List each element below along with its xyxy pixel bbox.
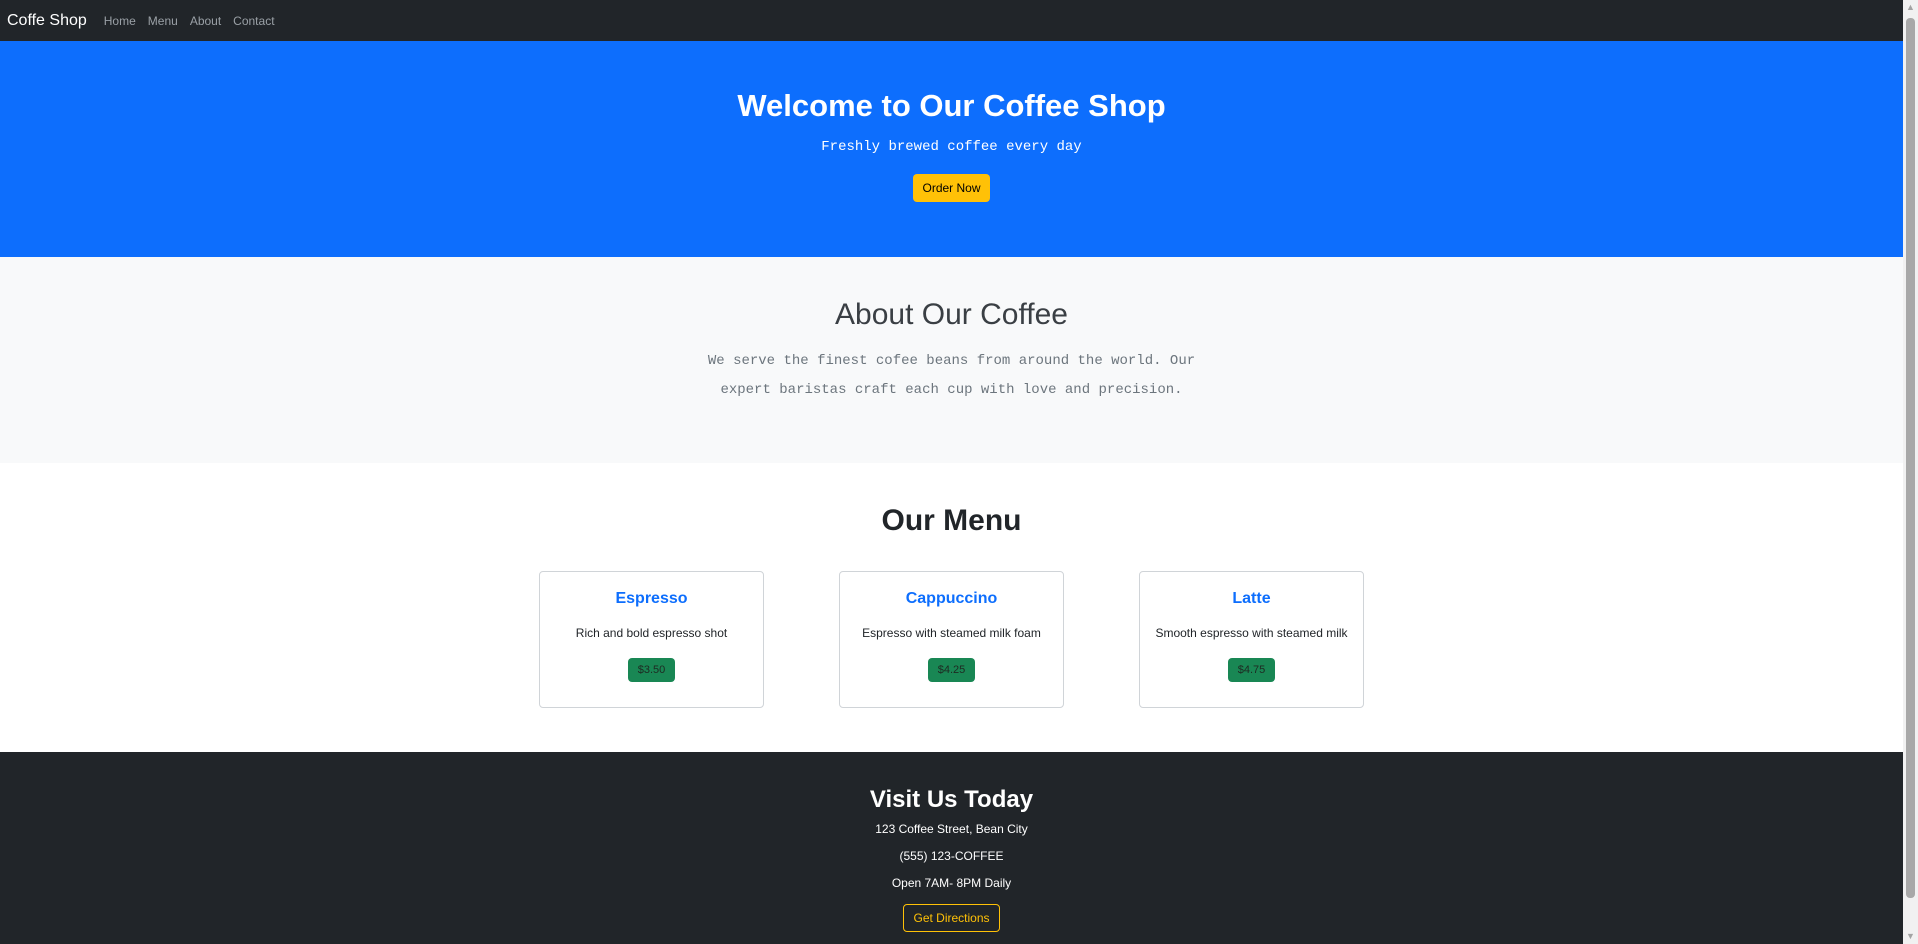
- menu-card-latte: Latte Smooth espresso with steamed milk …: [1139, 571, 1364, 708]
- menu-section: Our Menu Espresso Rich and bold espresso…: [0, 463, 1903, 752]
- price-button[interactable]: $3.50: [627, 658, 676, 682]
- footer-address: 123 Coffee Street, Bean City: [875, 821, 1028, 836]
- hero-section: Welcome to Our Coffee Shop Freshly brewe…: [0, 41, 1903, 257]
- scroll-thumb[interactable]: [1906, 18, 1915, 898]
- scroll-down-icon[interactable]: ▼: [1903, 929, 1918, 944]
- card-title: Cappuccino: [905, 590, 998, 607]
- get-directions-button[interactable]: Get Directions: [903, 903, 1000, 932]
- nav-link-menu[interactable]: Menu: [148, 14, 178, 28]
- about-text: We serve the finest cofee beans from aro…: [707, 353, 1196, 398]
- hero-title: Welcome to Our Coffee Shop: [737, 88, 1166, 123]
- price-button[interactable]: $4.75: [1227, 658, 1276, 682]
- nav-link-contact[interactable]: Contact: [233, 14, 274, 28]
- menu-card-cappuccino: Cappuccino Espresso with steamed milk fo…: [839, 571, 1064, 708]
- footer-hours: Open 7AM- 8PM Daily: [891, 875, 1012, 890]
- footer-title: Visit Us Today: [869, 786, 1034, 813]
- about-title: About Our Coffee: [835, 298, 1068, 331]
- hero-subtitle: Freshly brewed coffee every day: [821, 139, 1082, 156]
- card-description: Espresso with steamed milk foam: [862, 626, 1041, 640]
- about-section: About Our Coffee We serve the finest cof…: [0, 257, 1903, 463]
- page-content: Coffe Shop Home Menu About Contact Welco…: [0, 0, 1903, 944]
- order-now-button[interactable]: Order Now: [913, 174, 990, 203]
- page: Coffe Shop Home Menu About Contact Welco…: [0, 0, 1918, 944]
- menu-card-espresso: Espresso Rich and bold espresso shot $3.…: [539, 571, 764, 708]
- nav-link-about[interactable]: About: [190, 14, 221, 28]
- menu-title: Our Menu: [881, 504, 1022, 537]
- brand-link[interactable]: Coffe Shop: [7, 12, 87, 30]
- nav-link-home[interactable]: Home: [104, 14, 136, 28]
- price-button[interactable]: $4.25: [927, 658, 976, 682]
- card-title: Espresso: [615, 590, 688, 607]
- vertical-scrollbar[interactable]: ▲ ▼: [1903, 0, 1918, 944]
- card-description: Smooth espresso with steamed milk: [1155, 626, 1348, 640]
- card-description: Rich and bold espresso shot: [575, 626, 728, 640]
- footer-section: Visit Us Today 123 Coffee Street, Bean C…: [0, 752, 1903, 944]
- footer-phone: (555) 123-COFFEE: [899, 848, 1004, 863]
- menu-cards: Espresso Rich and bold espresso shot $3.…: [0, 571, 1903, 708]
- card-title: Latte: [1232, 590, 1271, 607]
- scroll-up-icon[interactable]: ▲: [1903, 0, 1918, 15]
- navbar: Coffe Shop Home Menu About Contact: [0, 0, 1903, 41]
